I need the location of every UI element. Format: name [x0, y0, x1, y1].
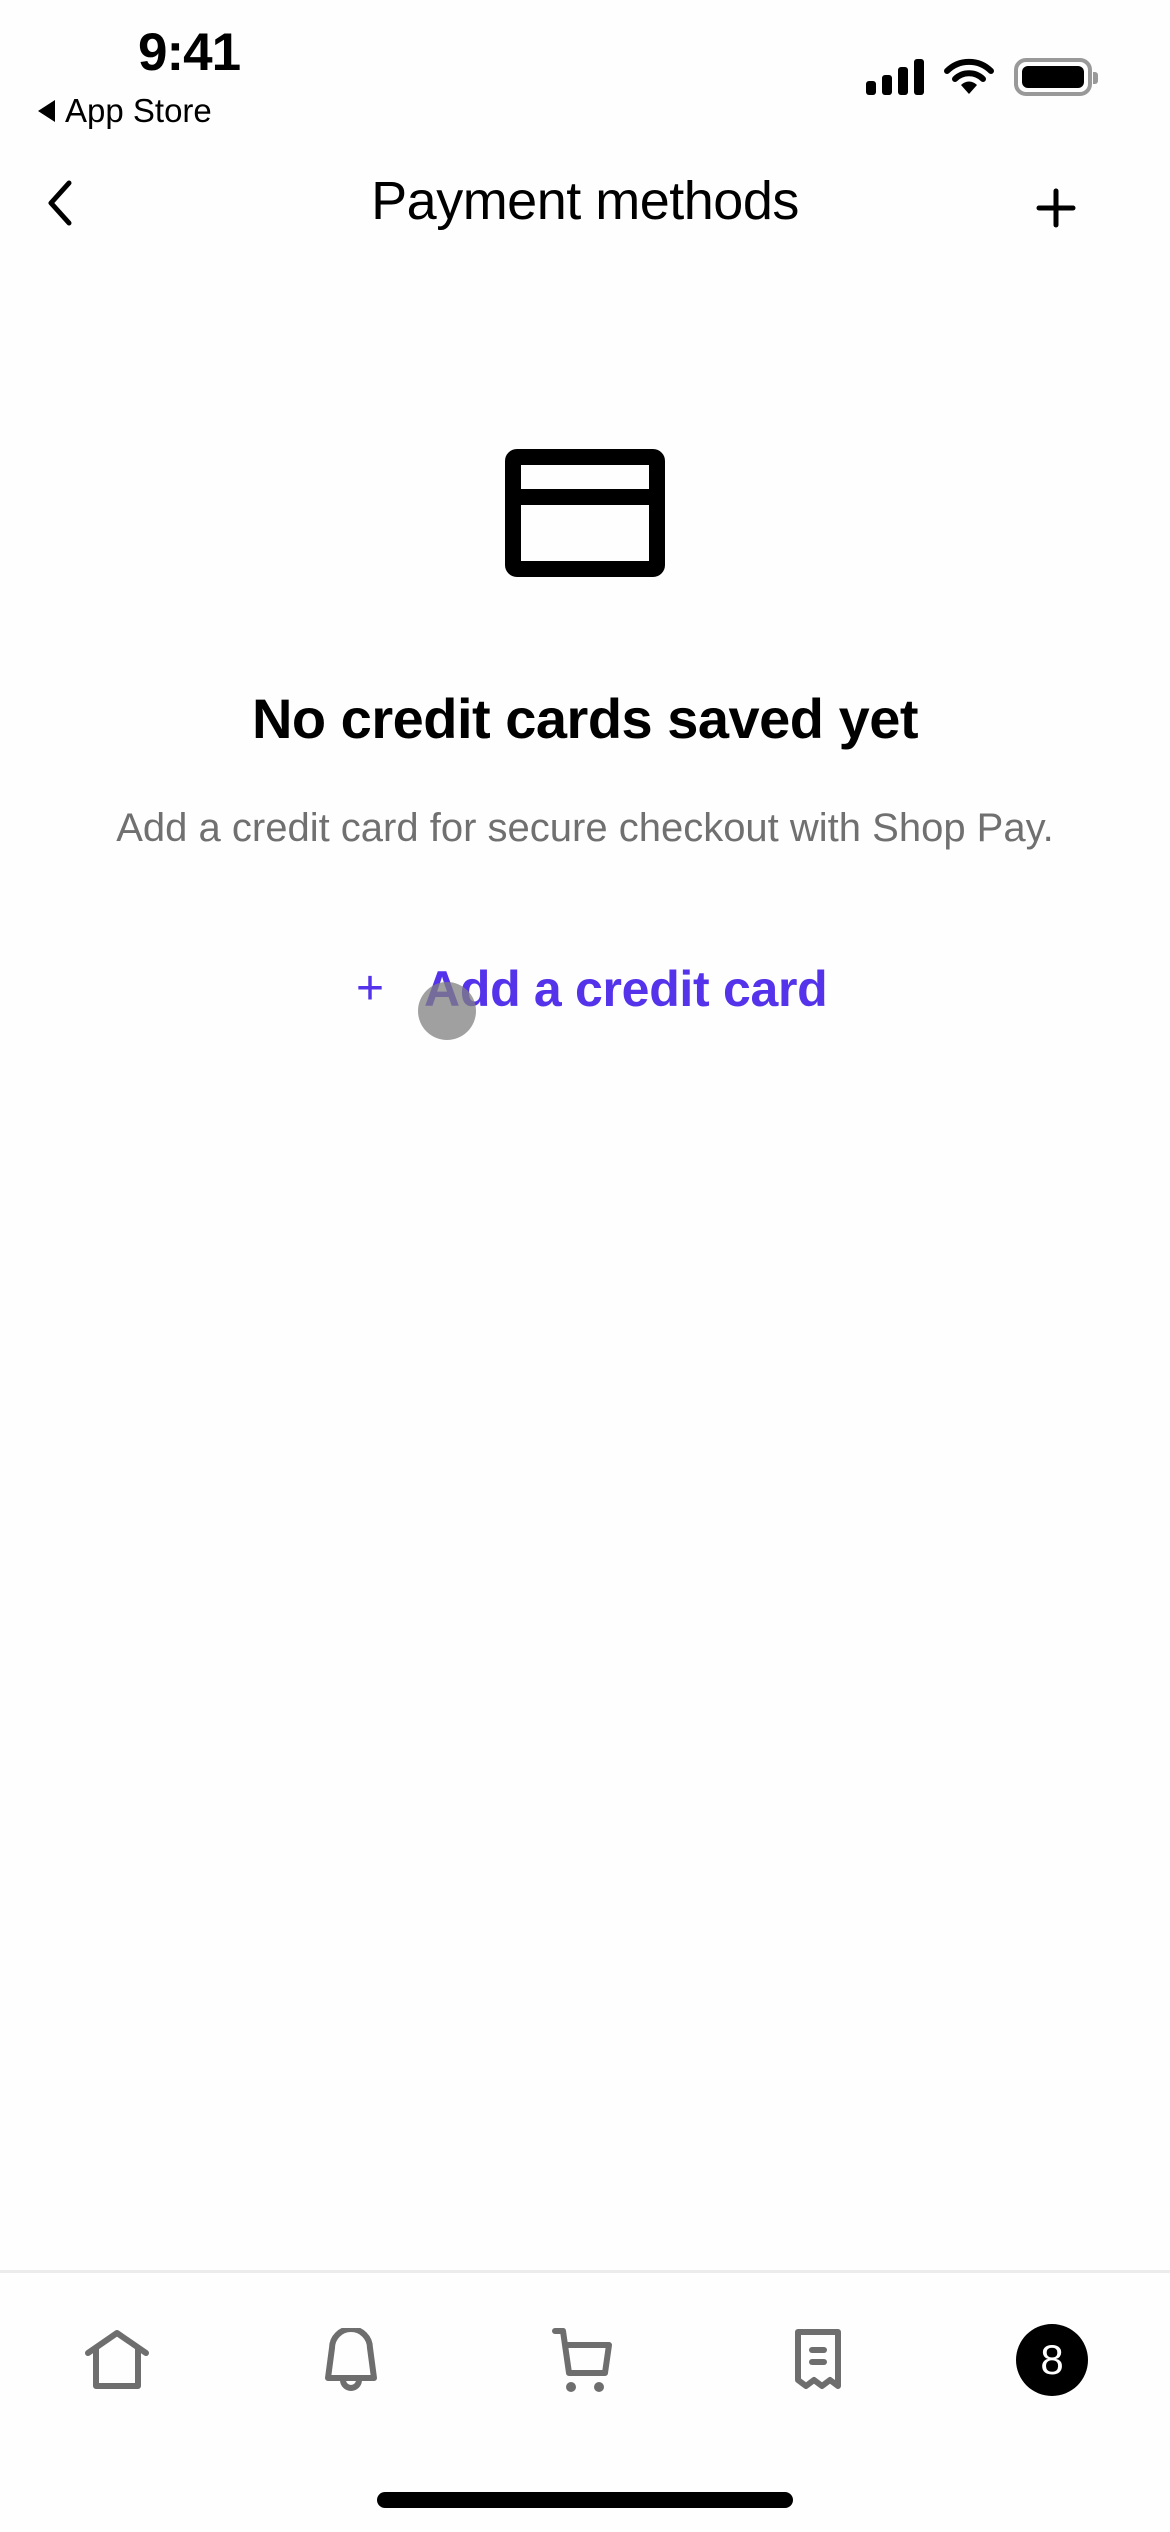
- plus-icon: +: [356, 962, 385, 1015]
- cellular-signal-icon: [866, 59, 924, 95]
- back-app-label: App Store: [65, 92, 212, 129]
- add-credit-card-link[interactable]: + Add a credit card: [356, 960, 828, 1018]
- payment-methods-screen: 9:41 App Store Payment methods No credit…: [0, 0, 1170, 2532]
- status-icons: [866, 58, 1098, 96]
- back-to-app-store[interactable]: App Store: [38, 92, 212, 130]
- add-payment-method-button[interactable]: [1020, 172, 1092, 244]
- cart-icon: [552, 2328, 612, 2392]
- wifi-icon: [944, 58, 994, 94]
- add-credit-card-label: Add a credit card: [424, 961, 828, 1017]
- empty-state-title: No credit cards saved yet: [251, 687, 919, 750]
- tab-cart[interactable]: [523, 2300, 643, 2420]
- home-indicator: [377, 2492, 793, 2508]
- plus-icon: [1036, 188, 1076, 228]
- empty-state-subtitle: Add a credit card for secure checkout wi…: [116, 806, 1054, 850]
- battery-icon: [1014, 58, 1098, 96]
- back-triangle-icon: [38, 100, 55, 122]
- tab-bar: 8: [0, 2300, 1170, 2420]
- receipt-icon: [795, 2329, 841, 2389]
- avatar: 8: [1016, 2324, 1088, 2396]
- page-title: Payment methods: [371, 171, 799, 231]
- credit-card-icon: [505, 449, 665, 577]
- home-icon: [85, 2330, 149, 2389]
- tab-bar-divider: [0, 2270, 1170, 2273]
- tab-account[interactable]: 8: [992, 2300, 1112, 2420]
- tab-notifications[interactable]: [291, 2300, 411, 2420]
- tab-orders[interactable]: [758, 2300, 878, 2420]
- status-time: 9:41: [138, 23, 241, 82]
- tab-home[interactable]: [57, 2300, 177, 2420]
- bell-icon: [325, 2328, 377, 2391]
